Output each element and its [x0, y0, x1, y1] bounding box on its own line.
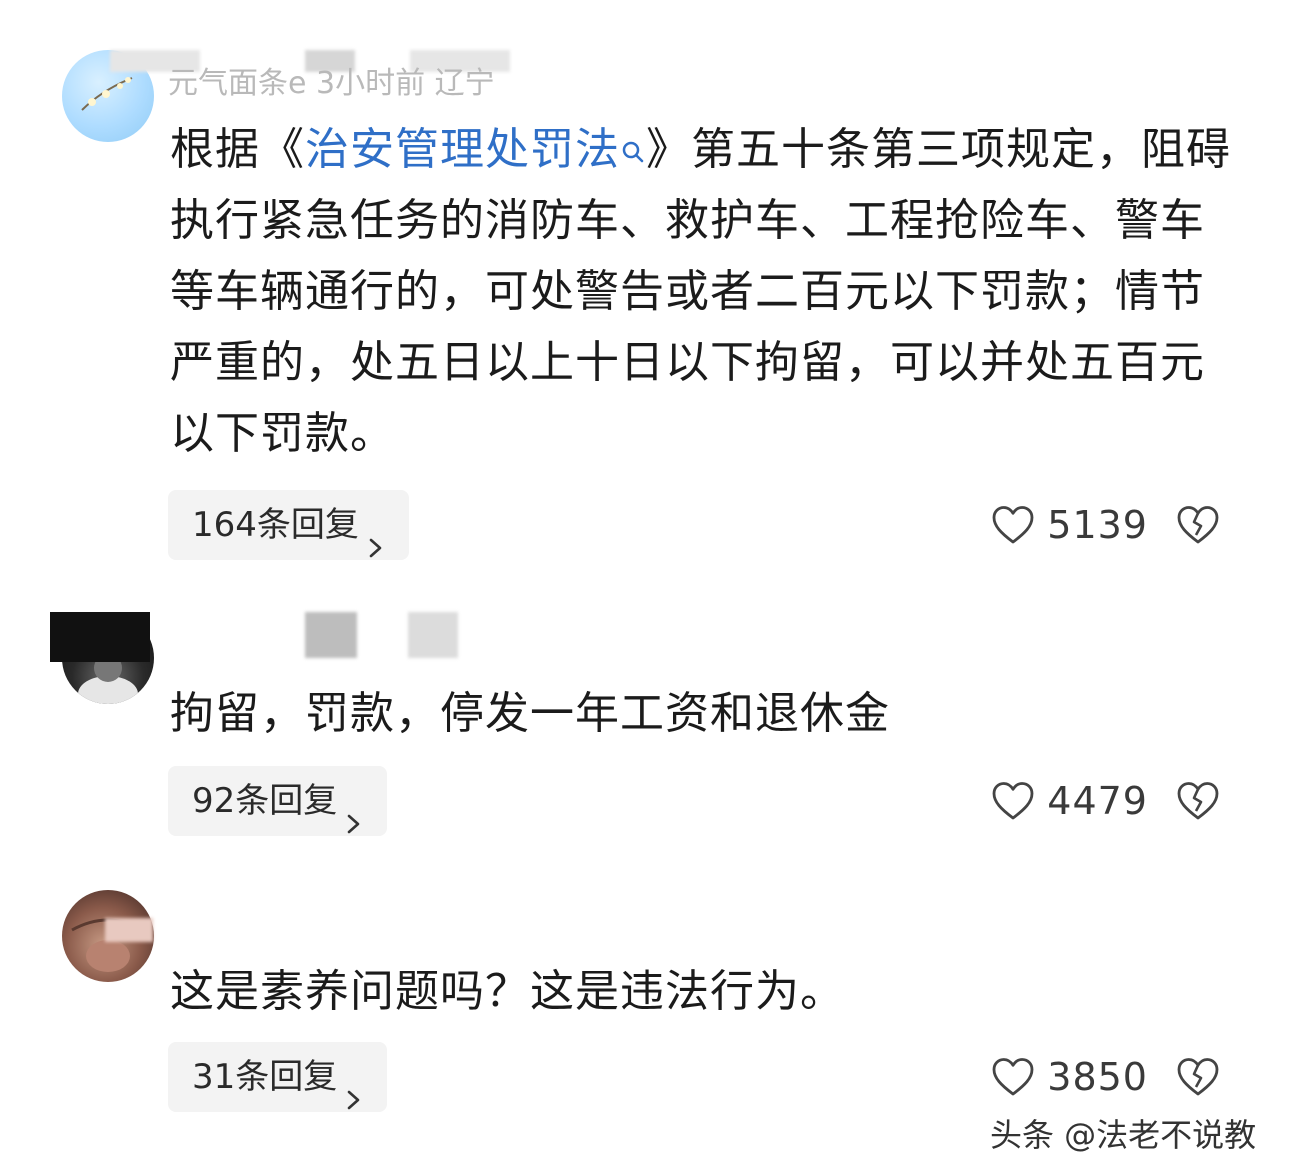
- search-icon[interactable]: [620, 120, 646, 163]
- heart-outline-icon: [992, 506, 1034, 544]
- like-button[interactable]: 5139: [991, 503, 1176, 547]
- heart-outline-icon: [992, 1058, 1034, 1096]
- broken-heart-icon[interactable]: [1176, 505, 1220, 545]
- like-button[interactable]: 4479: [991, 779, 1176, 823]
- comment-item: 这是素养问题吗？这是违法行为。 31条回复 3850: [0, 890, 1290, 1140]
- view-replies-button[interactable]: 164条回复: [168, 490, 409, 560]
- reply-count-label: 92条回复: [192, 781, 338, 821]
- view-replies-button[interactable]: 31条回复: [168, 1042, 388, 1112]
- chevron-right-icon: [367, 513, 385, 557]
- comment-text: 拘留，罚款，停发一年工资和退休金: [170, 688, 890, 739]
- redacted-block: [50, 612, 150, 662]
- chevron-right-icon: [345, 789, 363, 833]
- like-button[interactable]: 3850: [991, 1055, 1176, 1099]
- comment-item: 拘留，罚款，停发一年工资和退休金 92条回复 4479: [0, 600, 1290, 860]
- like-count: 3850: [1047, 1055, 1148, 1099]
- comment-actions: 5139: [991, 495, 1220, 555]
- heart-outline-icon: [992, 782, 1034, 820]
- like-count: 5139: [1047, 503, 1148, 547]
- chevron-right-icon: [345, 1065, 363, 1109]
- law-link[interactable]: 治安管理处罚法: [305, 124, 620, 175]
- reply-count-label: 31条回复: [192, 1057, 338, 1097]
- redacted-block: [408, 612, 458, 658]
- comment-text: 根据《治安管理处罚法 》第五十条第三项规定，阻碍执行紧急任务的消防车、救护车、工程…: [170, 114, 1240, 469]
- broken-heart-icon[interactable]: [1176, 1057, 1220, 1097]
- comment-actions: 4479: [991, 771, 1220, 831]
- comment-meta: 元气面条e 3小时前 辽宁: [168, 66, 495, 98]
- view-replies-button[interactable]: 92条回复: [168, 766, 388, 836]
- broken-heart-icon[interactable]: [1176, 781, 1220, 821]
- redacted-block: [105, 918, 153, 942]
- redacted-block: [305, 612, 357, 658]
- like-count: 4479: [1047, 779, 1148, 823]
- comment-actions: 3850: [991, 1047, 1220, 1107]
- comment-text-part: 根据《: [170, 124, 305, 175]
- comment-item: 元气面条e 3小时前 辽宁 根据《治安管理处罚法 》第五十条第三项规定，阻碍执行紧…: [0, 0, 1290, 580]
- watermark: 头条 @法老不说教: [990, 1116, 1257, 1154]
- comment-text: 这是素养问题吗？这是违法行为。: [170, 966, 845, 1017]
- reply-count-label: 164条回复: [192, 505, 359, 545]
